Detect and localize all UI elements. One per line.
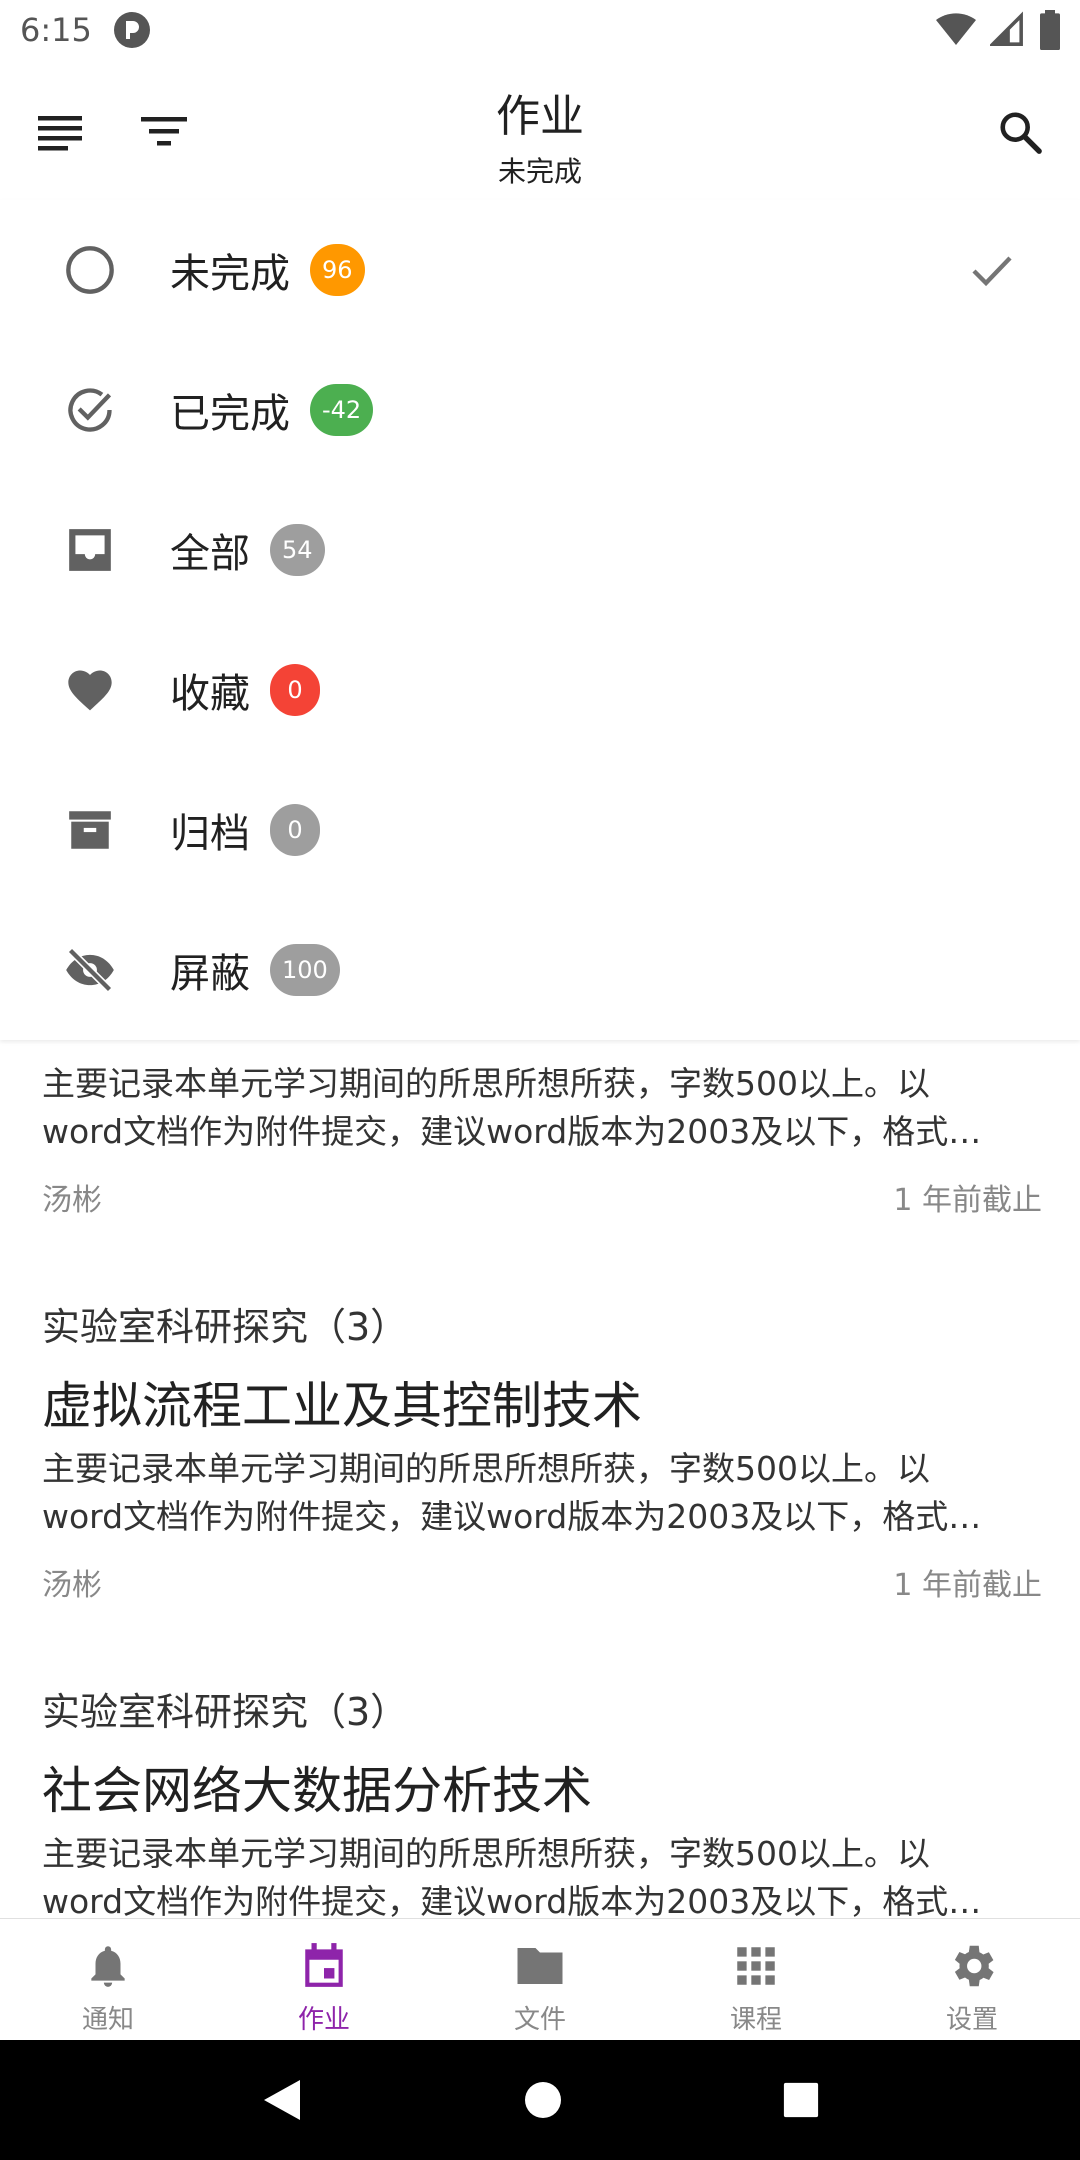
count-badge: 0 xyxy=(270,664,320,716)
assignment-description: 主要记录本单元学习期间的所思所想所获，字数500以上。以 word文档作为附件提… xyxy=(42,1060,1042,1156)
count-badge: -42 xyxy=(310,384,374,436)
back-icon[interactable] xyxy=(260,2076,304,2124)
heart-icon xyxy=(62,662,118,718)
filter-item-favorites[interactable]: 收藏 0 xyxy=(0,620,1080,760)
description-line: word文档作为附件提交，建议word版本为2003及以下，格式… xyxy=(42,1497,982,1536)
cell-signal-icon xyxy=(990,11,1023,46)
home-icon[interactable] xyxy=(523,2080,563,2120)
gear-icon xyxy=(954,1945,994,1987)
nav-notifications[interactable]: 通知 xyxy=(0,1919,216,2040)
search-icon xyxy=(1000,112,1042,154)
assignment-meta: 汤彬 1 年前截止 xyxy=(42,1560,1042,1604)
wifi-icon xyxy=(936,13,976,46)
assignment-title: 社会网络大数据分析技术 xyxy=(42,1762,592,1820)
filter-item-hidden[interactable]: 屏蔽 100 xyxy=(0,900,1080,1040)
assignment-meta: 汤彬 1 年前截止 xyxy=(42,1175,1042,1219)
screen: 6:15 作业 未完成 未完成 96 已完成 -42 全部 54 收藏 0 归档… xyxy=(0,0,1080,2160)
description-line: 主要记录本单元学习期间的所思所想所获，字数500以上。以 xyxy=(42,1449,930,1488)
filter-item-all[interactable]: 全部 54 xyxy=(0,480,1080,620)
filter-label: 未完成 xyxy=(170,251,290,297)
page-title: 作业 xyxy=(496,91,584,142)
nav-files[interactable]: 文件 xyxy=(432,1919,648,2040)
teacher-name: 汤彬 xyxy=(42,1568,102,1603)
nav-assignments[interactable]: 作业 xyxy=(216,1919,432,2040)
page-subtitle: 未完成 xyxy=(497,155,582,188)
selected-check-icon xyxy=(964,242,1020,298)
assignment-description: 主要记录本单元学习期间的所思所想所获，字数500以上。以 word文档作为附件提… xyxy=(42,1830,1042,1918)
apps-grid-icon xyxy=(737,1947,775,1985)
count-badge: 100 xyxy=(270,944,340,996)
course-name: 实验室科研探究（3） xyxy=(42,1305,409,1349)
bottom-navigation: 通知 作业 文件 课程 设置 xyxy=(0,1918,1080,2040)
nav-label: 设置 xyxy=(945,2005,998,2035)
filter-item-completed[interactable]: 已完成 -42 xyxy=(0,340,1080,480)
folder-icon xyxy=(517,1948,563,1984)
system-navigation-bar xyxy=(0,2040,1080,2160)
nav-label: 通知 xyxy=(81,2005,134,2035)
nav-courses[interactable]: 课程 xyxy=(648,1919,864,2040)
description-line: 主要记录本单元学习期间的所思所想所获，字数500以上。以 xyxy=(42,1064,930,1103)
count-badge: 96 xyxy=(310,244,365,296)
filter-menu: 未完成 96 已完成 -42 全部 54 收藏 0 归档 0 屏蔽 100 xyxy=(0,200,1080,1040)
recents-icon[interactable] xyxy=(782,2081,820,2119)
status-indicators xyxy=(936,10,1062,50)
filter-label: 全部 xyxy=(170,531,250,577)
battery-icon xyxy=(1040,10,1060,50)
due-time: 1 年前截止 xyxy=(893,1568,1042,1603)
filter-label: 收藏 xyxy=(170,671,250,717)
filter-item-incomplete[interactable]: 未完成 96 xyxy=(0,200,1080,340)
bell-icon xyxy=(91,1946,125,1987)
assignment-card[interactable]: 实验室科研探究（3） 社会网络大数据分析技术 主要记录本单元学习期间的所思所想所… xyxy=(0,1655,1080,1918)
status-time: 6:15 xyxy=(20,11,92,49)
nav-label: 文件 xyxy=(513,2005,566,2035)
description-line: word文档作为附件提交，建议word版本为2003及以下，格式… xyxy=(42,1882,982,1918)
filter-item-archived[interactable]: 归档 0 xyxy=(0,760,1080,900)
notification-app-icon xyxy=(113,12,150,48)
search-button[interactable] xyxy=(988,100,1052,164)
filter-label: 已完成 xyxy=(170,391,290,437)
title-block[interactable]: 作业 未完成 xyxy=(0,80,1080,190)
description-line: word文档作为附件提交，建议word版本为2003及以下，格式… xyxy=(42,1112,982,1151)
due-time: 1 年前截止 xyxy=(893,1183,1042,1218)
nav-label: 作业 xyxy=(297,2005,350,2035)
assignment-description: 主要记录本单元学习期间的所思所想所获，字数500以上。以 word文档作为附件提… xyxy=(42,1445,1042,1541)
teacher-name: 汤彬 xyxy=(42,1183,102,1218)
description-line: 主要记录本单元学习期间的所思所想所获，字数500以上。以 xyxy=(42,1834,930,1873)
inbox-icon xyxy=(62,522,118,578)
count-badge: 54 xyxy=(270,524,325,576)
eye-off-icon xyxy=(62,942,118,998)
filter-label: 屏蔽 xyxy=(170,951,250,997)
course-name: 实验室科研探究（3） xyxy=(42,1690,409,1734)
assignment-card[interactable]: 主要记录本单元学习期间的所思所想所获，字数500以上。以 word文档作为附件提… xyxy=(0,1040,1080,1260)
app-bar: 作业 未完成 xyxy=(0,60,1080,200)
filter-label: 归档 xyxy=(170,811,250,857)
archive-icon xyxy=(62,802,118,858)
radio-unchecked-icon xyxy=(62,242,118,298)
count-badge: 0 xyxy=(270,804,320,856)
assignment-card[interactable]: 实验室科研探究（3） 虚拟流程工业及其控制技术 主要记录本单元学习期间的所思所想… xyxy=(0,1270,1080,1650)
check-circle-icon xyxy=(62,382,118,438)
assignment-title: 虚拟流程工业及其控制技术 xyxy=(42,1377,642,1435)
nav-label: 课程 xyxy=(729,2005,782,2035)
status-bar: 6:15 xyxy=(0,0,1080,60)
calendar-icon xyxy=(305,1943,343,1987)
nav-settings[interactable]: 设置 xyxy=(864,1919,1080,2040)
